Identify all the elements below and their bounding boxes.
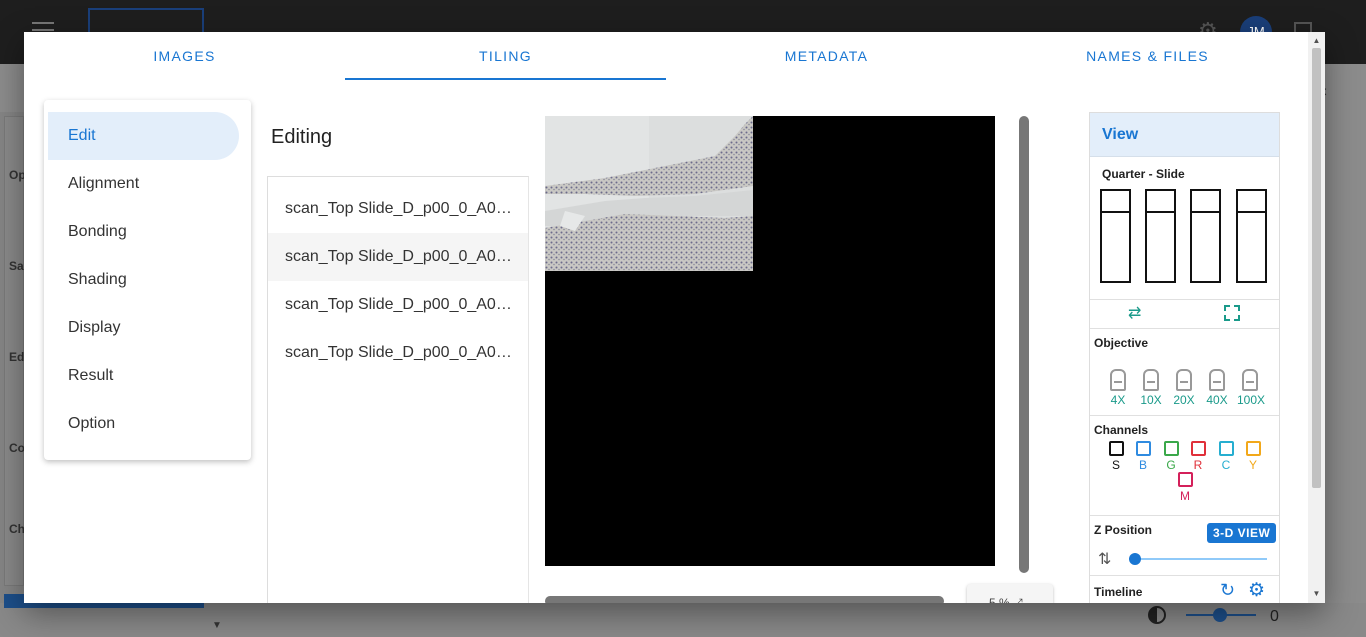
- menu-item-display[interactable]: Display: [48, 304, 239, 352]
- tiling-side-menu: Edit Alignment Bonding Shading Display R…: [44, 100, 251, 460]
- objective-4x[interactable]: 4X: [1105, 369, 1131, 407]
- objective-20x[interactable]: 20X: [1171, 369, 1197, 407]
- objective-lens-icon: [1110, 369, 1126, 391]
- channel-g[interactable]: G: [1162, 441, 1180, 472]
- tissue-tile-image: [545, 116, 753, 271]
- objective-label: Objective: [1094, 336, 1149, 350]
- menu-item-option[interactable]: Option: [48, 400, 239, 448]
- objective-10x[interactable]: 10X: [1138, 369, 1164, 407]
- objective-label-20x: 20X: [1173, 393, 1195, 407]
- channel-label: C: [1221, 458, 1231, 472]
- objective-lens-icon: [1176, 369, 1192, 391]
- scroll-up-arrow-icon[interactable]: ▲: [1308, 34, 1325, 48]
- view-panel: View Quarter - Slide ⇄ Objective 4X 10X …: [1089, 112, 1280, 603]
- slide-4[interactable]: [1236, 189, 1267, 283]
- channel-m[interactable]: M: [1176, 472, 1194, 503]
- contrast-icon: [1148, 606, 1166, 624]
- refresh-icon[interactable]: ↻: [1220, 580, 1235, 601]
- canvas-vertical-scrollbar[interactable]: [1019, 116, 1029, 573]
- menu-item-edit[interactable]: Edit: [48, 112, 239, 160]
- 3d-view-button[interactable]: 3-D VIEW: [1207, 523, 1277, 543]
- channel-label: R: [1193, 458, 1203, 472]
- channel-label: M: [1180, 489, 1190, 503]
- channel-b[interactable]: B: [1134, 441, 1152, 472]
- z-position-slider-thumb[interactable]: [1129, 553, 1141, 565]
- tab-tiling[interactable]: TILING: [345, 32, 666, 80]
- scroll-thumb[interactable]: [1312, 48, 1321, 488]
- channel-s[interactable]: S: [1107, 441, 1125, 472]
- channel-label: B: [1138, 458, 1147, 472]
- bg-label-ch: Ch: [9, 522, 25, 536]
- tiling-dialog: IMAGES TILING METADATA NAMES & FILES ▲ ▼…: [24, 32, 1325, 603]
- objective-lens-icon: [1242, 369, 1258, 391]
- file-item[interactable]: scan_Top Slide_D_p00_0_A01f02d0.tif: [268, 281, 528, 329]
- slide-tools-row: ⇄: [1090, 300, 1279, 329]
- editing-title: Editing: [271, 126, 333, 148]
- menu-item-alignment[interactable]: Alignment: [48, 160, 239, 208]
- zoom-label: 5 %: [989, 596, 1010, 603]
- file-item[interactable]: scan_Top Slide_D_p00_0_A01f01d0.tif: [268, 233, 528, 281]
- tile-canvas[interactable]: [545, 116, 995, 566]
- channels-label: Channels: [1094, 423, 1149, 437]
- channel-c[interactable]: C: [1217, 441, 1235, 472]
- z-position-slider-track[interactable]: [1134, 558, 1267, 560]
- channel-label: G: [1166, 458, 1176, 472]
- objective-label-40x: 40X: [1206, 393, 1228, 407]
- slide-section: Quarter - Slide: [1090, 157, 1279, 300]
- objective-section: Objective 4X 10X 20X 40X 100X: [1090, 329, 1279, 416]
- tab-bar: IMAGES TILING METADATA NAMES & FILES: [24, 32, 1308, 80]
- channel-checkbox[interactable]: [1218, 441, 1234, 456]
- swap-icon[interactable]: ⇄: [1128, 305, 1141, 323]
- channel-y[interactable]: Y: [1244, 441, 1262, 472]
- menu-item-bonding[interactable]: Bonding: [48, 208, 239, 256]
- slide-section-label: Quarter - Slide: [1102, 167, 1185, 181]
- objective-lens-icon: [1143, 369, 1159, 391]
- tab-names-files[interactable]: NAMES & FILES: [987, 32, 1308, 80]
- tab-images[interactable]: IMAGES: [24, 32, 345, 80]
- z-position-section: Z Position 3-D VIEW ⇅: [1090, 516, 1279, 576]
- tab-metadata[interactable]: METADATA: [666, 32, 987, 80]
- channels-section: Channels S B G R C Y M: [1090, 416, 1279, 516]
- canvas-horizontal-scrollbar[interactable]: [545, 596, 944, 603]
- bg-label-ed: Ed: [9, 350, 25, 364]
- file-list: scan_Top Slide_D_p00_0_A01f00d0.tif scan…: [267, 176, 529, 603]
- background-slider-thumb[interactable]: [1213, 608, 1227, 622]
- channel-checkbox[interactable]: [1190, 441, 1206, 456]
- objective-label-4x: 4X: [1110, 393, 1126, 407]
- channel-checkbox[interactable]: [1135, 441, 1151, 456]
- view-panel-header: View: [1090, 113, 1279, 157]
- slide-1[interactable]: [1100, 189, 1131, 283]
- zoom-indicator[interactable]: 5 % ⤢: [967, 584, 1053, 603]
- channel-checkbox[interactable]: [1163, 441, 1179, 456]
- menu-item-shading[interactable]: Shading: [48, 256, 239, 304]
- channel-label: Y: [1248, 458, 1257, 472]
- objective-lens-icon: [1209, 369, 1225, 391]
- channel-checkbox[interactable]: [1108, 441, 1124, 456]
- file-item[interactable]: scan_Top Slide_D_p00_0_A01f00d0.tif: [268, 185, 528, 233]
- timeline-section: Timeline ↻ ⚙: [1090, 576, 1279, 603]
- channel-checkbox[interactable]: [1177, 472, 1193, 487]
- slide-2[interactable]: [1145, 189, 1176, 283]
- z-axis-icon: ⇅: [1098, 551, 1112, 568]
- file-item[interactable]: scan_Top Slide_D_p00_0_A01f03d0.tif: [268, 329, 528, 377]
- bg-label-co: Co: [9, 441, 25, 455]
- objective-label-100x: 100X: [1237, 393, 1266, 407]
- channel-checkbox[interactable]: [1245, 441, 1261, 456]
- objective-label-10x: 10X: [1140, 393, 1162, 407]
- channel-label: S: [1111, 458, 1120, 472]
- expand-icon[interactable]: ⤢: [1013, 596, 1023, 603]
- dropdown-arrow-icon[interactable]: ▼: [212, 620, 222, 631]
- background-slider-value: 0: [1270, 608, 1279, 625]
- bg-label-sa: Sa: [9, 259, 24, 273]
- menu-item-result[interactable]: Result: [48, 352, 239, 400]
- timeline-settings-gear-icon[interactable]: ⚙: [1248, 579, 1265, 602]
- scan-area-icon[interactable]: [1224, 305, 1240, 321]
- slide-3[interactable]: [1190, 189, 1221, 283]
- objective-100x[interactable]: 100X: [1237, 369, 1266, 407]
- dialog-scrollbar[interactable]: ▲ ▼: [1308, 32, 1325, 603]
- objective-40x[interactable]: 40X: [1204, 369, 1230, 407]
- channel-r[interactable]: R: [1189, 441, 1207, 472]
- scroll-down-arrow-icon[interactable]: ▼: [1308, 587, 1325, 601]
